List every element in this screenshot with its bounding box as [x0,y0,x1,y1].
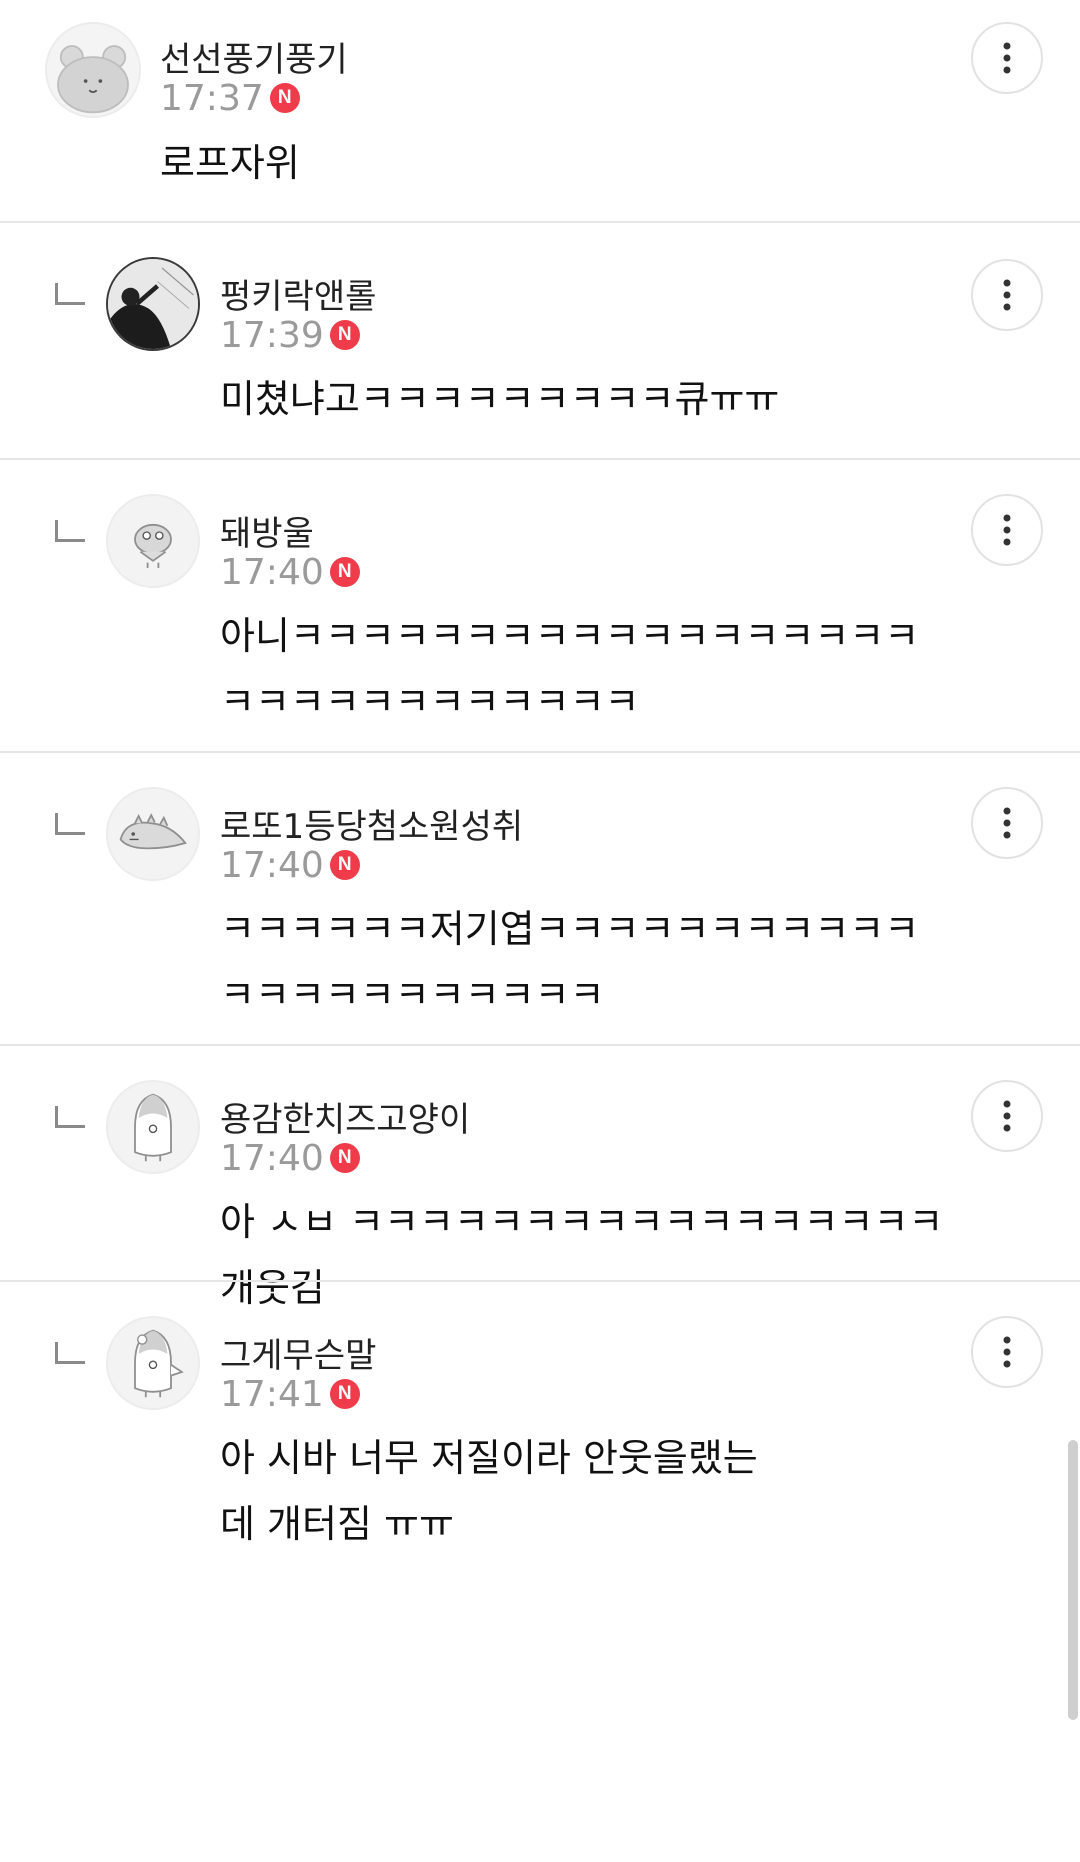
scrollbar[interactable] [1068,1440,1078,1720]
avatar[interactable] [106,787,200,881]
comment-time-row: 17:39 N [220,314,360,356]
more-vertical-icon [1003,279,1011,311]
reply-arrow-icon [55,520,85,542]
reply-item: 돼방울 17:40 N 아니ㅋㅋㅋㅋㅋㅋㅋㅋㅋㅋㅋㅋㅋㅋㅋㅋㅋㅋㅋㅋㅋㅋㅋㅋㅋㅋ… [0,460,1080,751]
comment-time: 17:37 [160,77,264,119]
comment-nickname[interactable]: 펑키락앤롤 [220,269,376,318]
reply-arrow-icon [55,1106,85,1128]
comment-time-row: 17:41 N [220,1373,360,1415]
comment-text: 아 시바 너무 저질이라 안웃을랬는데 개터짐 ㅠㅠ [220,1436,758,1546]
bird-icon [108,496,198,586]
dinosaur-icon [108,789,198,879]
more-options-button[interactable] [971,1080,1043,1152]
photo-avatar-icon [108,259,198,349]
avatar[interactable] [106,1080,200,1174]
more-vertical-icon [1003,807,1011,839]
reply-arrow-icon [55,283,85,305]
more-vertical-icon [1003,1100,1011,1132]
reply-item: 펑키락앤롤 17:39 N 미쳤냐고ㅋㅋㅋㅋㅋㅋㅋㅋㅋ큐ㅠㅠ [0,223,1080,459]
comment-text: 로프자위 [160,141,300,185]
more-vertical-icon [1003,42,1011,74]
comment-nickname[interactable]: 용감한치즈고양이 [220,1092,470,1141]
bear-icon [47,24,139,116]
comment-text: 아니ㅋㅋㅋㅋㅋㅋㅋㅋㅋㅋㅋㅋㅋㅋㅋㅋㅋㅋㅋㅋㅋㅋㅋㅋㅋㅋㅋㅋㅋㅋ [220,614,920,724]
penguin-flower-icon [108,1318,198,1408]
comment-nickname[interactable]: 선선풍기풍기 [160,32,348,81]
comment-time-row: 17:40 N [220,551,360,593]
more-vertical-icon [1003,514,1011,546]
comment-time: 17:40 [220,1137,324,1179]
new-badge: N [269,83,300,113]
reply-arrow-icon [55,813,85,835]
comment-item: 선선풍기풍기 17:37 N 로프자위 [0,0,1080,222]
new-badge: N [329,1379,360,1409]
comment-nickname[interactable]: 로또1등당첨소원성취 [220,799,523,848]
more-options-button[interactable] [971,787,1043,859]
comment-time-row: 17:40 N [220,844,360,886]
new-badge: N [329,1143,360,1173]
avatar[interactable] [106,257,200,351]
more-options-button[interactable] [971,1316,1043,1388]
avatar[interactable] [45,22,141,118]
more-options-button[interactable] [971,494,1043,566]
more-vertical-icon [1003,1336,1011,1368]
comment-time-row: 17:40 N [220,1137,360,1179]
more-options-button[interactable] [971,22,1043,94]
comment-time: 17:40 [220,844,324,886]
comment-time: 17:41 [220,1373,324,1415]
avatar[interactable] [106,494,200,588]
comment-time: 17:40 [220,551,324,593]
more-options-button[interactable] [971,259,1043,331]
reply-item: 로또1등당첨소원성취 17:40 N ㅋㅋㅋㅋㅋㅋ저기엽ㅋㅋㅋㅋㅋㅋㅋㅋㅋㅋㅋㅋ… [0,753,1080,1044]
comment-text: ㅋㅋㅋㅋㅋㅋ저기엽ㅋㅋㅋㅋㅋㅋㅋㅋㅋㅋㅋㅋㅋㅋㅋㅋㅋㅋㅋㅋㅋㅋ [220,907,920,1017]
new-badge: N [329,557,360,587]
new-badge: N [329,320,360,350]
comment-text: 미쳤냐고ㅋㅋㅋㅋㅋㅋㅋㅋㅋ큐ㅠㅠ [220,377,780,421]
reply-item: 용감한치즈고양이 17:40 N 아 ㅅㅂ ㅋㅋㅋㅋㅋㅋㅋㅋㅋㅋㅋㅋㅋㅋㅋㅋㅋ개… [0,1046,1080,1310]
new-badge: N [329,850,360,880]
comment-nickname[interactable]: 돼방울 [220,506,314,555]
reply-item: 그게무슨말 17:41 N 아 시바 너무 저질이라 안웃을랬는데 개터짐 ㅠㅠ [0,1282,1080,1862]
comment-time-row: 17:37 N [160,77,300,119]
avatar[interactable] [106,1316,200,1410]
comment-nickname[interactable]: 그게무슨말 [220,1328,376,1377]
penguin-icon [108,1082,198,1172]
comment-time: 17:39 [220,314,324,356]
reply-arrow-icon [55,1342,85,1364]
